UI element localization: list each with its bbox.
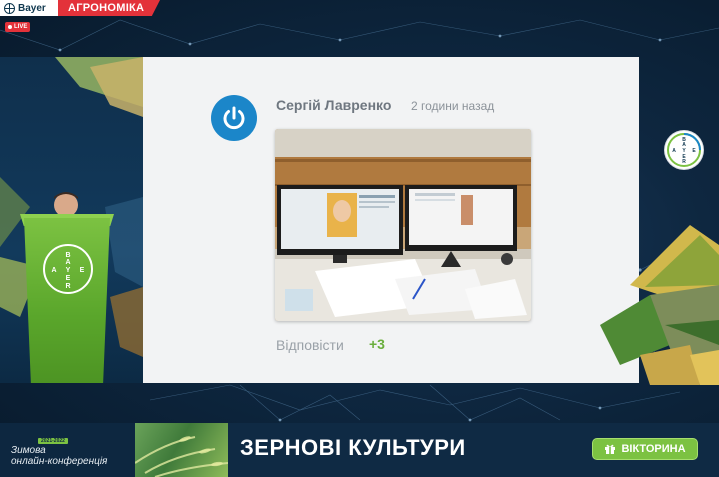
panel-logo-letter: A [672, 148, 676, 154]
gift-icon [605, 444, 616, 454]
brand-name: Bayer [18, 2, 46, 14]
panel-bayer-logo: B A A Y E E R [665, 131, 703, 169]
quiz-label: ВІКТОРИНА [621, 443, 686, 455]
bottom-bar: 2021-2022 Зимова онлайн-конференція ЗЕРН… [0, 423, 719, 477]
podium-logo-letter: B [65, 252, 70, 259]
podium-logo-letter: E [66, 275, 71, 282]
podium-logo-letter: A [51, 267, 56, 274]
live-badge: LIVE [5, 22, 31, 32]
power-icon [223, 106, 245, 130]
bayer-brand-tab: Bayer [0, 0, 60, 16]
podium-logo-letter: R [65, 283, 70, 290]
conference-line-2: онлайн-конференція [11, 456, 108, 467]
live-dot-icon [8, 25, 12, 29]
year-tag: 2021-2022 [38, 438, 68, 444]
program-tab: АГРОНОМІКА [58, 0, 160, 16]
post-panel: Сергій Лавренко 2 години назад Відповіст… [143, 57, 703, 383]
post-photo[interactable] [275, 129, 531, 321]
office-desk-photo [275, 129, 531, 321]
panel-logo-letter: E [692, 148, 696, 154]
stream-stage: Bayer АГРОНОМІКА LIVE B A A Y E E R Серг… [0, 0, 719, 477]
podium-logo-letter: E [80, 267, 85, 274]
wheat-image [135, 423, 228, 477]
reply-button[interactable]: Відповісти [276, 337, 344, 353]
podium-logo-letter: A [65, 259, 70, 266]
post-author[interactable]: Сергій Лавренко [276, 97, 391, 113]
podium [24, 218, 110, 383]
photo-mosaic-right [600, 225, 719, 385]
reaction-count[interactable]: +3 [369, 336, 385, 352]
conference-label: 2021-2022 Зимова онлайн-конференція [0, 423, 135, 477]
wheat-ears [135, 436, 228, 477]
podium-bayer-logo: B A A Y E E R [43, 244, 93, 294]
bayer-cross-icon [4, 2, 15, 14]
program-name: АГРОНОМІКА [68, 2, 145, 14]
live-label: LIVE [14, 24, 28, 30]
bayer-logo-icon: B A A Y E E R [51, 252, 85, 290]
author-avatar [211, 95, 257, 141]
top-bar: Bayer АГРОНОМІКА [0, 0, 719, 16]
bayer-logo-icon: B A A Y E E R [667, 133, 701, 167]
event-title: ЗЕРНОВІ КУЛЬТУРИ [240, 435, 466, 460]
podium-logo-letter: Y [66, 267, 71, 274]
panel-logo-letter: R [682, 159, 686, 165]
post-time: 2 години назад [411, 99, 495, 113]
conference-line-1: Зимова [11, 445, 46, 456]
quiz-button[interactable]: ВІКТОРИНА [592, 438, 698, 460]
